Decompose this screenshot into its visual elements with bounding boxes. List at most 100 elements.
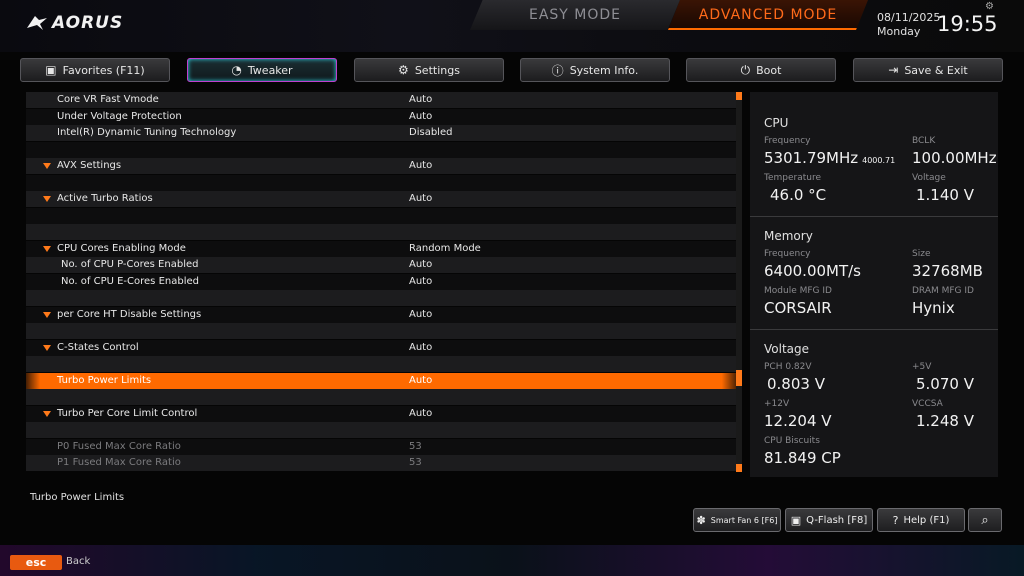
date-display: 08/11/2025 Monday (877, 11, 940, 39)
date-text: 08/11/2025 (877, 11, 941, 24)
section-divider (750, 216, 998, 217)
scroll-thumb[interactable] (736, 370, 742, 386)
expand-arrow-icon (43, 311, 51, 318)
fan-icon: ✽ (696, 513, 706, 527)
favorites-icon: ▣ (45, 63, 57, 77)
setting-value[interactable]: Auto (409, 373, 432, 389)
setting-value[interactable]: Auto (409, 274, 432, 290)
settings-row[interactable]: Core VR Fast Vmode Auto (26, 92, 736, 108)
settings-row[interactable]: No. of CPU P-Cores Enabled Auto (26, 257, 736, 273)
settings-row[interactable]: Intel(R) Dynamic Tuning Technology Disabl… (26, 125, 736, 141)
setting-label: Intel(R) Dynamic Tuning Technology (57, 127, 237, 138)
settings-row-empty (26, 174, 736, 191)
qflash-button[interactable]: ▣ Q-Flash [F8] (785, 508, 873, 532)
setting-value[interactable]: Auto (409, 92, 432, 108)
search-button[interactable]: ⌕ (968, 508, 1002, 532)
search-icon: ⌕ (981, 512, 989, 528)
settings-row[interactable]: Active Turbo Ratios Auto (26, 191, 736, 207)
easy-mode-button[interactable]: EASY MODE (470, 0, 680, 30)
tab-save-exit[interactable]: ⇥ Save & Exit (853, 58, 1003, 82)
header: AORUS EASY MODE ADVANCED MODE 08/11/2025… (0, 0, 1024, 52)
setting-value[interactable]: Auto (409, 191, 432, 207)
cpu-voltage-label: Voltage (912, 173, 946, 183)
dram-mfg-value: Hynix (912, 299, 955, 317)
plus12v-label: +12V (764, 399, 790, 409)
bottom-glow (0, 545, 1024, 576)
setting-value[interactable]: Random Mode (409, 241, 481, 257)
settings-row-empty (26, 356, 736, 372)
setting-value[interactable]: 53 (409, 439, 422, 455)
settings-row[interactable]: Turbo Per Core Limit Control Auto (26, 405, 736, 422)
tab-boot-label: Boot (756, 63, 782, 77)
cpu-frequency-label: Frequency (764, 136, 811, 146)
setting-value[interactable]: Auto (409, 109, 432, 125)
memory-section-title: Memory (764, 229, 813, 243)
setting-value[interactable]: Auto (409, 406, 432, 422)
expand-arrow-icon (43, 196, 51, 202)
tab-tweaker[interactable]: ◔ Tweaker (187, 58, 337, 82)
settings-gear-icon[interactable]: ⚙ (985, 1, 994, 12)
scrollbar[interactable] (736, 92, 742, 472)
settings-list: Core VR Fast Vmode Auto Under Voltage Prot… (26, 92, 736, 472)
smart-fan-label: Smart Fan 6 [F6] (710, 515, 778, 525)
tab-system-info-label: System Info. (569, 63, 639, 77)
dram-mfg-label: DRAM MFG ID (912, 286, 974, 296)
esc-button[interactable]: esc (10, 555, 62, 570)
setting-label: Under Voltage Protection (57, 110, 182, 122)
setting-value[interactable]: 53 (409, 455, 422, 471)
bclk-value: 100.00MHz (912, 149, 997, 167)
settings-row[interactable]: Under Voltage Protection Auto (26, 108, 736, 125)
settings-row[interactable]: C-States Control Auto (26, 339, 736, 356)
settings-row[interactable]: P0 Fused Max Core Ratio 53 (26, 438, 736, 455)
hardware-monitor-panel: CPU Frequency 5301.79MHz 4000.71 BCLK 100… (750, 92, 998, 477)
tab-system-info[interactable]: ⓘ System Info. (520, 58, 670, 82)
tab-settings[interactable]: ⚙ Settings (354, 58, 504, 82)
settings-row-empty (26, 389, 736, 405)
help-icon: ? (892, 513, 899, 527)
setting-label: per Core HT Disable Settings (57, 308, 202, 320)
settings-row[interactable]: per Core HT Disable Settings Auto (26, 306, 736, 323)
setting-label: Active Turbo Ratios (57, 193, 153, 204)
module-mfg-label: Module MFG ID (764, 286, 832, 296)
settings-row[interactable]: CPU Cores Enabling Mode Random Mode (26, 240, 736, 257)
day-text: Monday (877, 25, 921, 38)
setting-label: No. of CPU P-Cores Enabled (61, 259, 199, 270)
cpu-voltage-value: 1.140 V (916, 186, 974, 204)
settings-row[interactable]: P1 Fused Max Core Ratio 53 (26, 455, 736, 471)
logo-text: AORUS (52, 13, 124, 33)
setting-label: Turbo Per Core Limit Control (57, 407, 198, 419)
setting-label: Core VR Fast Vmode (57, 94, 159, 105)
pch-value: 0.803 V (767, 375, 825, 393)
scroll-down-arrow[interactable] (736, 464, 742, 472)
qflash-label: Q-Flash [F8] (806, 514, 868, 526)
expand-arrow-icon (43, 410, 51, 417)
setting-value[interactable]: Auto (409, 307, 432, 323)
help-button[interactable]: ? Help (F1) (877, 508, 965, 532)
tab-favorites-label: Favorites (F11) (62, 63, 145, 77)
setting-value[interactable]: Auto (409, 257, 432, 273)
settings-row-empty (26, 422, 736, 438)
tab-favorites[interactable]: ▣ Favorites (F11) (20, 58, 170, 82)
setting-value[interactable]: Disabled (409, 125, 452, 141)
tab-boot[interactable]: ⏻ Boot (686, 58, 836, 82)
cpu-biscuits-value: 81.849 CP (764, 449, 841, 467)
advanced-mode-button[interactable]: ADVANCED MODE (668, 0, 868, 30)
setting-label: Turbo Power Limits (57, 374, 152, 386)
gear-icon: ⚙ (398, 63, 409, 77)
settings-row[interactable]: AVX Settings Auto (26, 158, 736, 174)
expand-arrow-icon (43, 344, 51, 351)
plus12v-value: 12.204 V (764, 412, 832, 430)
memory-size-value: 32768MB (912, 262, 983, 280)
time-display: 19:55 (937, 12, 998, 36)
settings-row[interactable]: No. of CPU E-Cores Enabled Auto (26, 273, 736, 290)
esc-label: esc (25, 556, 47, 569)
tab-settings-label: Settings (414, 63, 460, 77)
settings-row-empty (26, 290, 736, 306)
smart-fan-button[interactable]: ✽ Smart Fan 6 [F6] (693, 508, 781, 532)
setting-value[interactable]: Auto (409, 340, 432, 356)
settings-row[interactable]: Turbo Power Limits Auto (26, 372, 736, 389)
pch-label: PCH 0.82V (764, 362, 812, 372)
expand-arrow-icon (43, 245, 51, 252)
setting-value[interactable]: Auto (409, 158, 432, 174)
scroll-up-arrow[interactable] (736, 92, 742, 100)
